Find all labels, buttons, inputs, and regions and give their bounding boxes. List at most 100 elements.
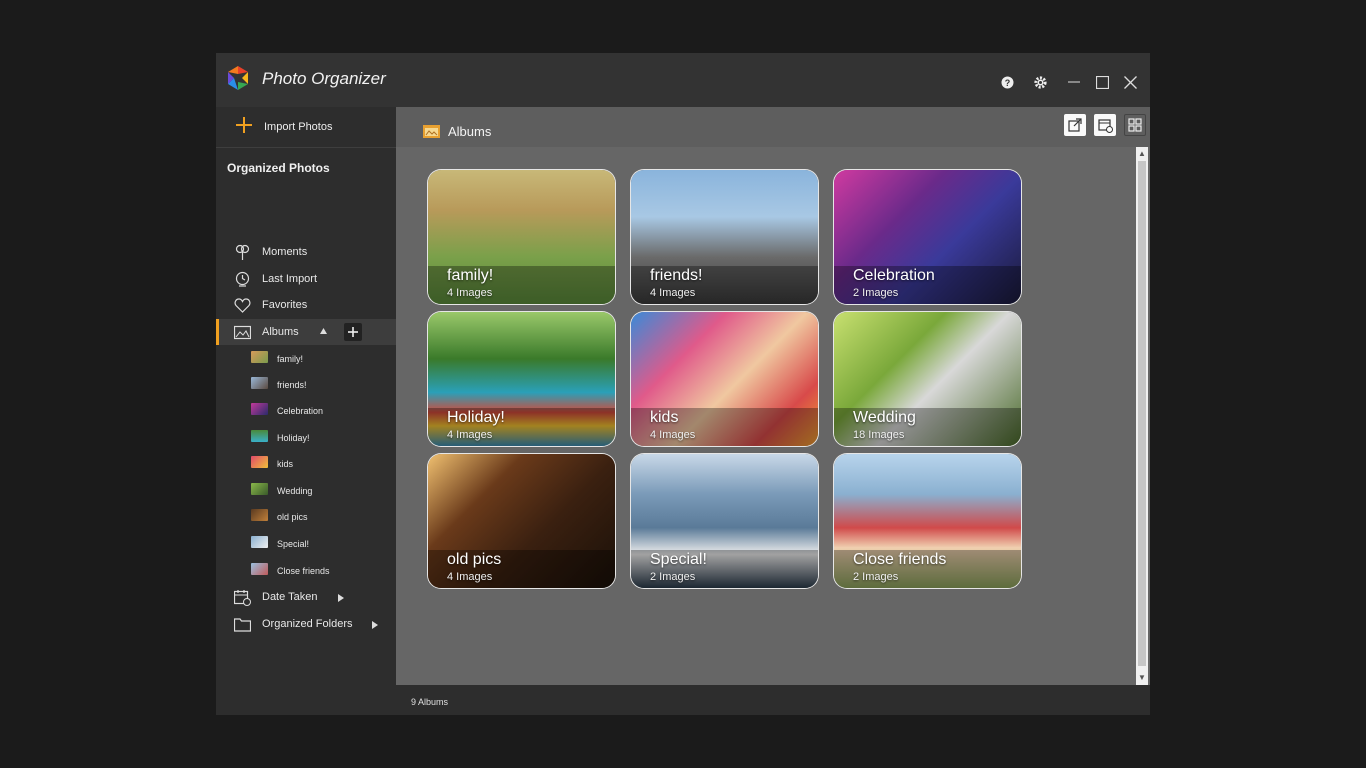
- sidebar-album-celebration[interactable]: Celebration: [216, 397, 396, 423]
- album-tile-friends[interactable]: friends! 4 Images: [631, 170, 818, 304]
- album-count: 2 Images: [853, 287, 899, 299]
- sidebar-album-holiday[interactable]: Holiday!: [216, 424, 396, 450]
- sidebar-item-label: friends!: [277, 380, 307, 390]
- album-name: Holiday!: [447, 409, 505, 426]
- sidebar-item-label: Favorites: [262, 299, 308, 311]
- add-album-button[interactable]: [344, 323, 362, 341]
- album-name: friends!: [650, 267, 703, 284]
- sidebar: Import Photos Organized Photos Moments L…: [216, 107, 396, 715]
- album-name: family!: [447, 267, 494, 284]
- album-tile-old-pics[interactable]: old pics 4 Images: [428, 454, 615, 588]
- album-tile-close-friends[interactable]: Close friends 2 Images: [834, 454, 1021, 588]
- sidebar-album-special[interactable]: Special!: [216, 530, 396, 556]
- album-count: 4 Images: [447, 429, 493, 441]
- content-header: Albums: [396, 107, 1150, 147]
- last-import-icon: [235, 271, 250, 287]
- album-thumbnail: [251, 430, 268, 442]
- album-count: 4 Images: [447, 571, 493, 583]
- album-tile-family[interactable]: family! 4 Images: [428, 170, 615, 304]
- help-icon[interactable]: ?: [995, 71, 1019, 93]
- sidebar-item-label: Special!: [277, 539, 310, 549]
- sidebar-item-label: Celebration: [277, 406, 324, 416]
- import-photos-button[interactable]: Import Photos: [216, 107, 396, 147]
- sidebar-item-label: kids: [277, 459, 294, 469]
- import-photos-label: Import Photos: [264, 121, 333, 133]
- sidebar-item-label: Holiday!: [277, 433, 310, 443]
- app-window: Photo Organizer ? Import Photos Organize…: [216, 53, 1150, 715]
- sidebar-album-family[interactable]: family!: [216, 345, 396, 371]
- section-title-organized-photos: Organized Photos: [227, 161, 330, 175]
- vertical-scrollbar[interactable]: ▲ ▼: [1136, 147, 1148, 685]
- albums-icon: [234, 325, 251, 340]
- album-tile-holiday[interactable]: Holiday! 4 Images: [428, 312, 615, 446]
- plus-icon: [348, 327, 358, 337]
- sidebar-item-label: Albums: [262, 326, 299, 338]
- scroll-up-icon[interactable]: ▲: [1136, 148, 1148, 160]
- date-view-button[interactable]: [1094, 114, 1116, 136]
- album-name: old pics: [447, 551, 502, 568]
- sidebar-item-label: Close friends: [277, 566, 330, 576]
- sidebar-item-label: old pics: [277, 512, 308, 522]
- sidebar-item-label: Organized Folders: [262, 618, 353, 630]
- sidebar-item-moments[interactable]: Moments: [216, 239, 396, 265]
- sidebar-album-old-pics[interactable]: old pics: [216, 503, 396, 529]
- album-tile-kids[interactable]: kids 4 Images: [631, 312, 818, 446]
- sidebar-item-albums[interactable]: Albums: [216, 319, 396, 345]
- title-bar: Photo Organizer ?: [216, 53, 1150, 107]
- sidebar-album-kids[interactable]: kids: [216, 450, 396, 476]
- album-count: 4 Images: [447, 287, 493, 299]
- calendar-icon: [1097, 118, 1113, 133]
- sidebar-item-last-import[interactable]: Last Import: [216, 266, 396, 292]
- open-external-button[interactable]: [1064, 114, 1086, 136]
- album-count: 4 Images: [650, 429, 696, 441]
- sidebar-item-label: Date Taken: [262, 591, 318, 603]
- expand-arrow-icon[interactable]: [372, 621, 378, 629]
- expand-arrow-icon[interactable]: [338, 594, 344, 602]
- album-count: 18 Images: [853, 429, 905, 441]
- scroll-down-icon[interactable]: ▼: [1136, 672, 1148, 684]
- album-thumbnail: [251, 456, 268, 468]
- album-thumbnail: [251, 563, 268, 575]
- sidebar-item-label: family!: [277, 354, 304, 364]
- scroll-thumb[interactable]: [1138, 161, 1146, 666]
- collapse-arrow-icon[interactable]: [320, 328, 327, 334]
- minimize-button[interactable]: [1062, 71, 1086, 93]
- plus-icon: [236, 117, 252, 133]
- sidebar-album-friends[interactable]: friends!: [216, 371, 396, 397]
- album-count-status: 9 Albums: [411, 697, 449, 707]
- album-tile-wedding[interactable]: Wedding 18 Images: [834, 312, 1021, 446]
- svg-text:?: ?: [1004, 78, 1010, 88]
- moments-icon: [235, 244, 250, 260]
- album-name: Special!: [650, 551, 707, 568]
- calendar-icon: [234, 590, 251, 606]
- folder-icon: [234, 618, 251, 632]
- album-count: 4 Images: [650, 287, 696, 299]
- gear-icon[interactable]: [1028, 71, 1052, 93]
- album-tile-celebration[interactable]: Celebration 2 Images: [834, 170, 1021, 304]
- album-name: Celebration: [853, 267, 935, 284]
- album-thumbnail: [251, 536, 268, 548]
- sidebar-item-label: Moments: [262, 246, 308, 258]
- album-tile-special[interactable]: Special! 2 Images: [631, 454, 818, 588]
- sidebar-album-close-friends[interactable]: Close friends: [216, 557, 396, 583]
- sidebar-album-wedding[interactable]: Wedding: [216, 477, 396, 503]
- album-thumbnail: [251, 377, 268, 389]
- grid-icon: [1128, 118, 1142, 132]
- app-title: Photo Organizer: [262, 69, 386, 88]
- close-button[interactable]: [1118, 71, 1142, 93]
- sidebar-item-favorites[interactable]: Favorites: [216, 292, 396, 318]
- album-count: 2 Images: [650, 571, 696, 583]
- status-bar: 9 Albums: [396, 685, 1150, 715]
- album-thumbnail: [251, 483, 268, 495]
- albums-folder-icon: [423, 125, 440, 138]
- main-content: Albums family! 4 Images friends! 4 Image…: [396, 107, 1150, 685]
- sidebar-item-organized-folders[interactable]: Organized Folders: [216, 611, 396, 637]
- sidebar-item-date-taken[interactable]: Date Taken: [216, 584, 396, 610]
- album-count: 2 Images: [853, 571, 899, 583]
- external-link-icon: [1068, 118, 1082, 132]
- grid-view-button[interactable]: [1124, 114, 1146, 136]
- sidebar-item-label: Last Import: [262, 273, 318, 285]
- maximize-button[interactable]: [1090, 71, 1114, 93]
- app-logo-icon: [228, 66, 248, 90]
- album-name: Wedding: [853, 409, 916, 426]
